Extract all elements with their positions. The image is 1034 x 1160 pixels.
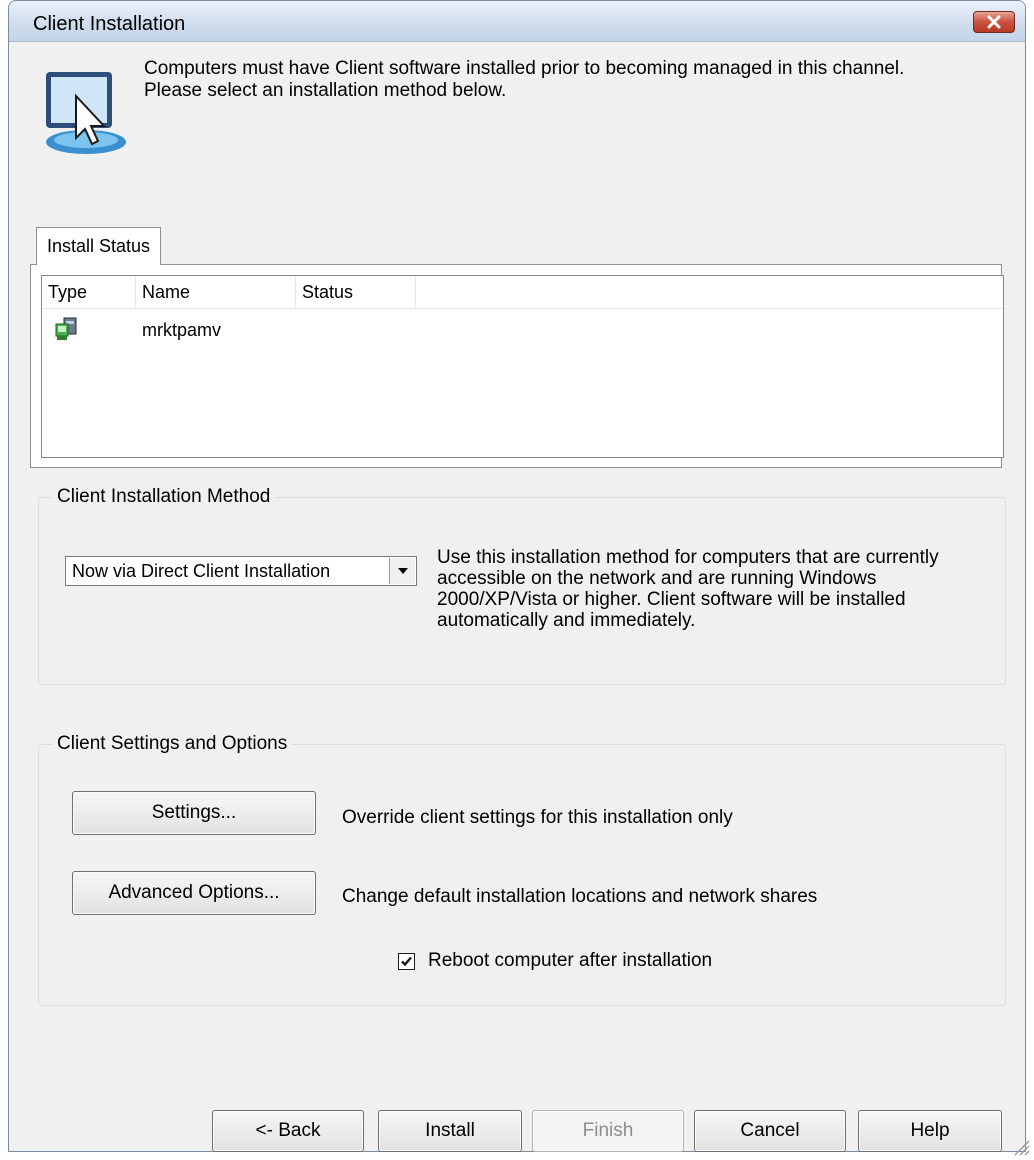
monitor-cursor-icon bbox=[46, 72, 126, 154]
resize-grip-icon[interactable] bbox=[1012, 1138, 1030, 1156]
cancel-button[interactable]: Cancel bbox=[694, 1110, 846, 1152]
list-item-name: mrktpamv bbox=[142, 320, 222, 340]
title-bar[interactable]: Client Installation bbox=[9, 1, 1025, 42]
settings-options-group-label: Client Settings and Options bbox=[52, 733, 293, 755]
computer-icon bbox=[54, 316, 80, 356]
dropdown-button[interactable] bbox=[389, 558, 415, 584]
advanced-options-description: Change default installation locations an… bbox=[342, 886, 818, 907]
reboot-checkbox[interactable] bbox=[398, 953, 415, 970]
checkmark-icon bbox=[401, 956, 412, 967]
chevron-down-icon bbox=[398, 568, 408, 574]
column-header-name[interactable]: Name bbox=[136, 276, 296, 308]
settings-button[interactable]: Settings... bbox=[72, 791, 316, 835]
reboot-checkbox-label[interactable]: Reboot computer after installation bbox=[428, 950, 712, 972]
finish-button[interactable]: Finish bbox=[532, 1110, 684, 1152]
install-method-select[interactable]: Now via Direct Client Installation bbox=[65, 556, 417, 586]
list-header: Type Name Status bbox=[42, 276, 1003, 309]
install-method-group-label: Client Installation Method bbox=[52, 486, 276, 508]
back-button[interactable]: <- Back bbox=[212, 1110, 364, 1152]
tab-install-status[interactable]: Install Status bbox=[36, 227, 162, 265]
install-method-description: Use this installation method for compute… bbox=[437, 547, 939, 631]
window-title: Client Installation bbox=[33, 13, 186, 35]
intro-text: Computers must have Client software inst… bbox=[144, 58, 905, 101]
install-method-selected-value: Now via Direct Client Installation bbox=[72, 561, 331, 581]
advanced-options-button[interactable]: Advanced Options... bbox=[72, 871, 316, 915]
install-button[interactable]: Install bbox=[378, 1110, 522, 1152]
list-item[interactable]: mrktpamv bbox=[42, 310, 1003, 350]
column-header-status[interactable]: Status bbox=[296, 276, 416, 308]
help-button[interactable]: Help bbox=[858, 1110, 1002, 1152]
install-status-list[interactable]: Type Name Status mrktpamv bbox=[41, 275, 1004, 458]
close-button[interactable] bbox=[973, 11, 1015, 33]
column-header-type[interactable]: Type bbox=[42, 276, 136, 308]
close-icon bbox=[987, 15, 1001, 29]
settings-description: Override client settings for this instal… bbox=[342, 807, 733, 828]
